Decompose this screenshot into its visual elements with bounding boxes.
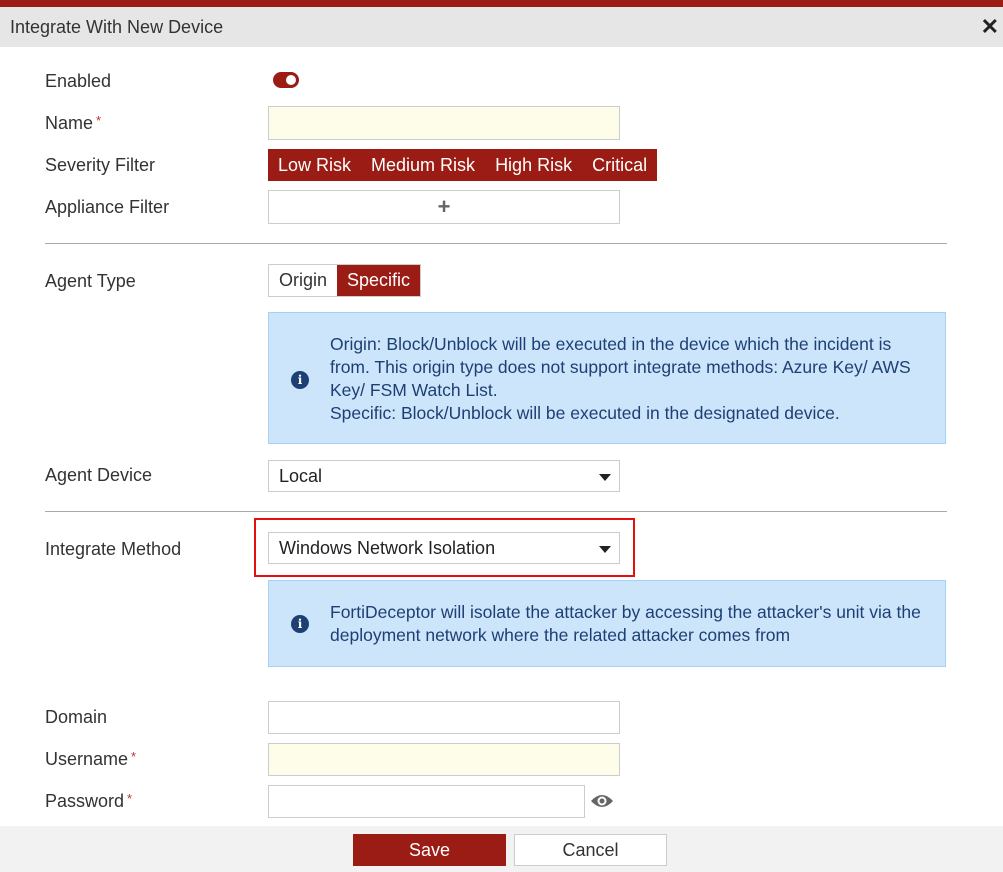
integrate-method-value: Windows Network Isolation [279, 538, 495, 558]
info-icon: i [291, 371, 309, 389]
method-info-text: FortiDeceptor will isolate the attacker … [330, 601, 925, 647]
agent-type-specific[interactable]: Specific [337, 265, 420, 296]
chevron-down-icon [599, 546, 611, 553]
top-accent-bar [0, 0, 1003, 7]
close-icon[interactable]: ✕ [981, 14, 999, 40]
info-origin-text: Origin: Block/Unblock will be executed i… [330, 333, 925, 402]
name-input[interactable] [268, 106, 620, 140]
appliance-filter-label: Appliance Filter [45, 197, 169, 218]
agent-type-info: i Origin: Block/Unblock will be executed… [268, 312, 946, 444]
info-specific-text: Specific: Block/Unblock will be executed… [330, 402, 925, 425]
agent-device-label: Agent Device [45, 465, 152, 486]
severity-critical[interactable]: Critical [592, 155, 647, 176]
eye-icon[interactable] [590, 792, 614, 810]
agent-type-label: Agent Type [45, 271, 136, 292]
plus-icon: + [269, 194, 619, 220]
divider [45, 511, 947, 512]
save-button[interactable]: Save [353, 834, 506, 866]
username-input[interactable] [268, 743, 620, 776]
divider [45, 243, 947, 244]
integrate-method-label: Integrate Method [45, 539, 181, 560]
enabled-label: Enabled [45, 71, 111, 92]
cancel-button[interactable]: Cancel [514, 834, 667, 866]
required-marker: * [127, 791, 132, 806]
severity-medium-risk[interactable]: Medium Risk [371, 155, 475, 176]
password-label: Password* [45, 791, 132, 812]
chevron-down-icon [599, 474, 611, 481]
severity-filter-label: Severity Filter [45, 155, 155, 176]
domain-label: Domain [45, 707, 107, 728]
info-icon: i [291, 615, 309, 633]
agent-type-toggle: Origin Specific [268, 264, 421, 297]
appliance-filter-add[interactable]: + [268, 190, 620, 224]
integrate-method-info: i FortiDeceptor will isolate the attacke… [268, 580, 946, 667]
severity-filter: Low Risk Medium Risk High Risk Critical [268, 149, 657, 181]
severity-high-risk[interactable]: High Risk [495, 155, 572, 176]
required-marker: * [131, 749, 136, 764]
domain-input[interactable] [268, 701, 620, 734]
enabled-toggle[interactable] [273, 72, 299, 88]
name-label: Name* [45, 113, 101, 134]
severity-low-risk[interactable]: Low Risk [278, 155, 351, 176]
password-input[interactable] [268, 785, 585, 818]
name-label-text: Name [45, 113, 93, 133]
agent-device-value: Local [279, 466, 322, 486]
username-label-text: Username [45, 749, 128, 769]
password-label-text: Password [45, 791, 124, 811]
dialog-title: Integrate With New Device [10, 17, 223, 38]
agent-type-origin[interactable]: Origin [269, 265, 337, 296]
required-marker: * [96, 113, 101, 128]
integrate-method-select[interactable]: Windows Network Isolation [268, 532, 620, 564]
agent-device-select[interactable]: Local [268, 460, 620, 492]
username-label: Username* [45, 749, 136, 770]
